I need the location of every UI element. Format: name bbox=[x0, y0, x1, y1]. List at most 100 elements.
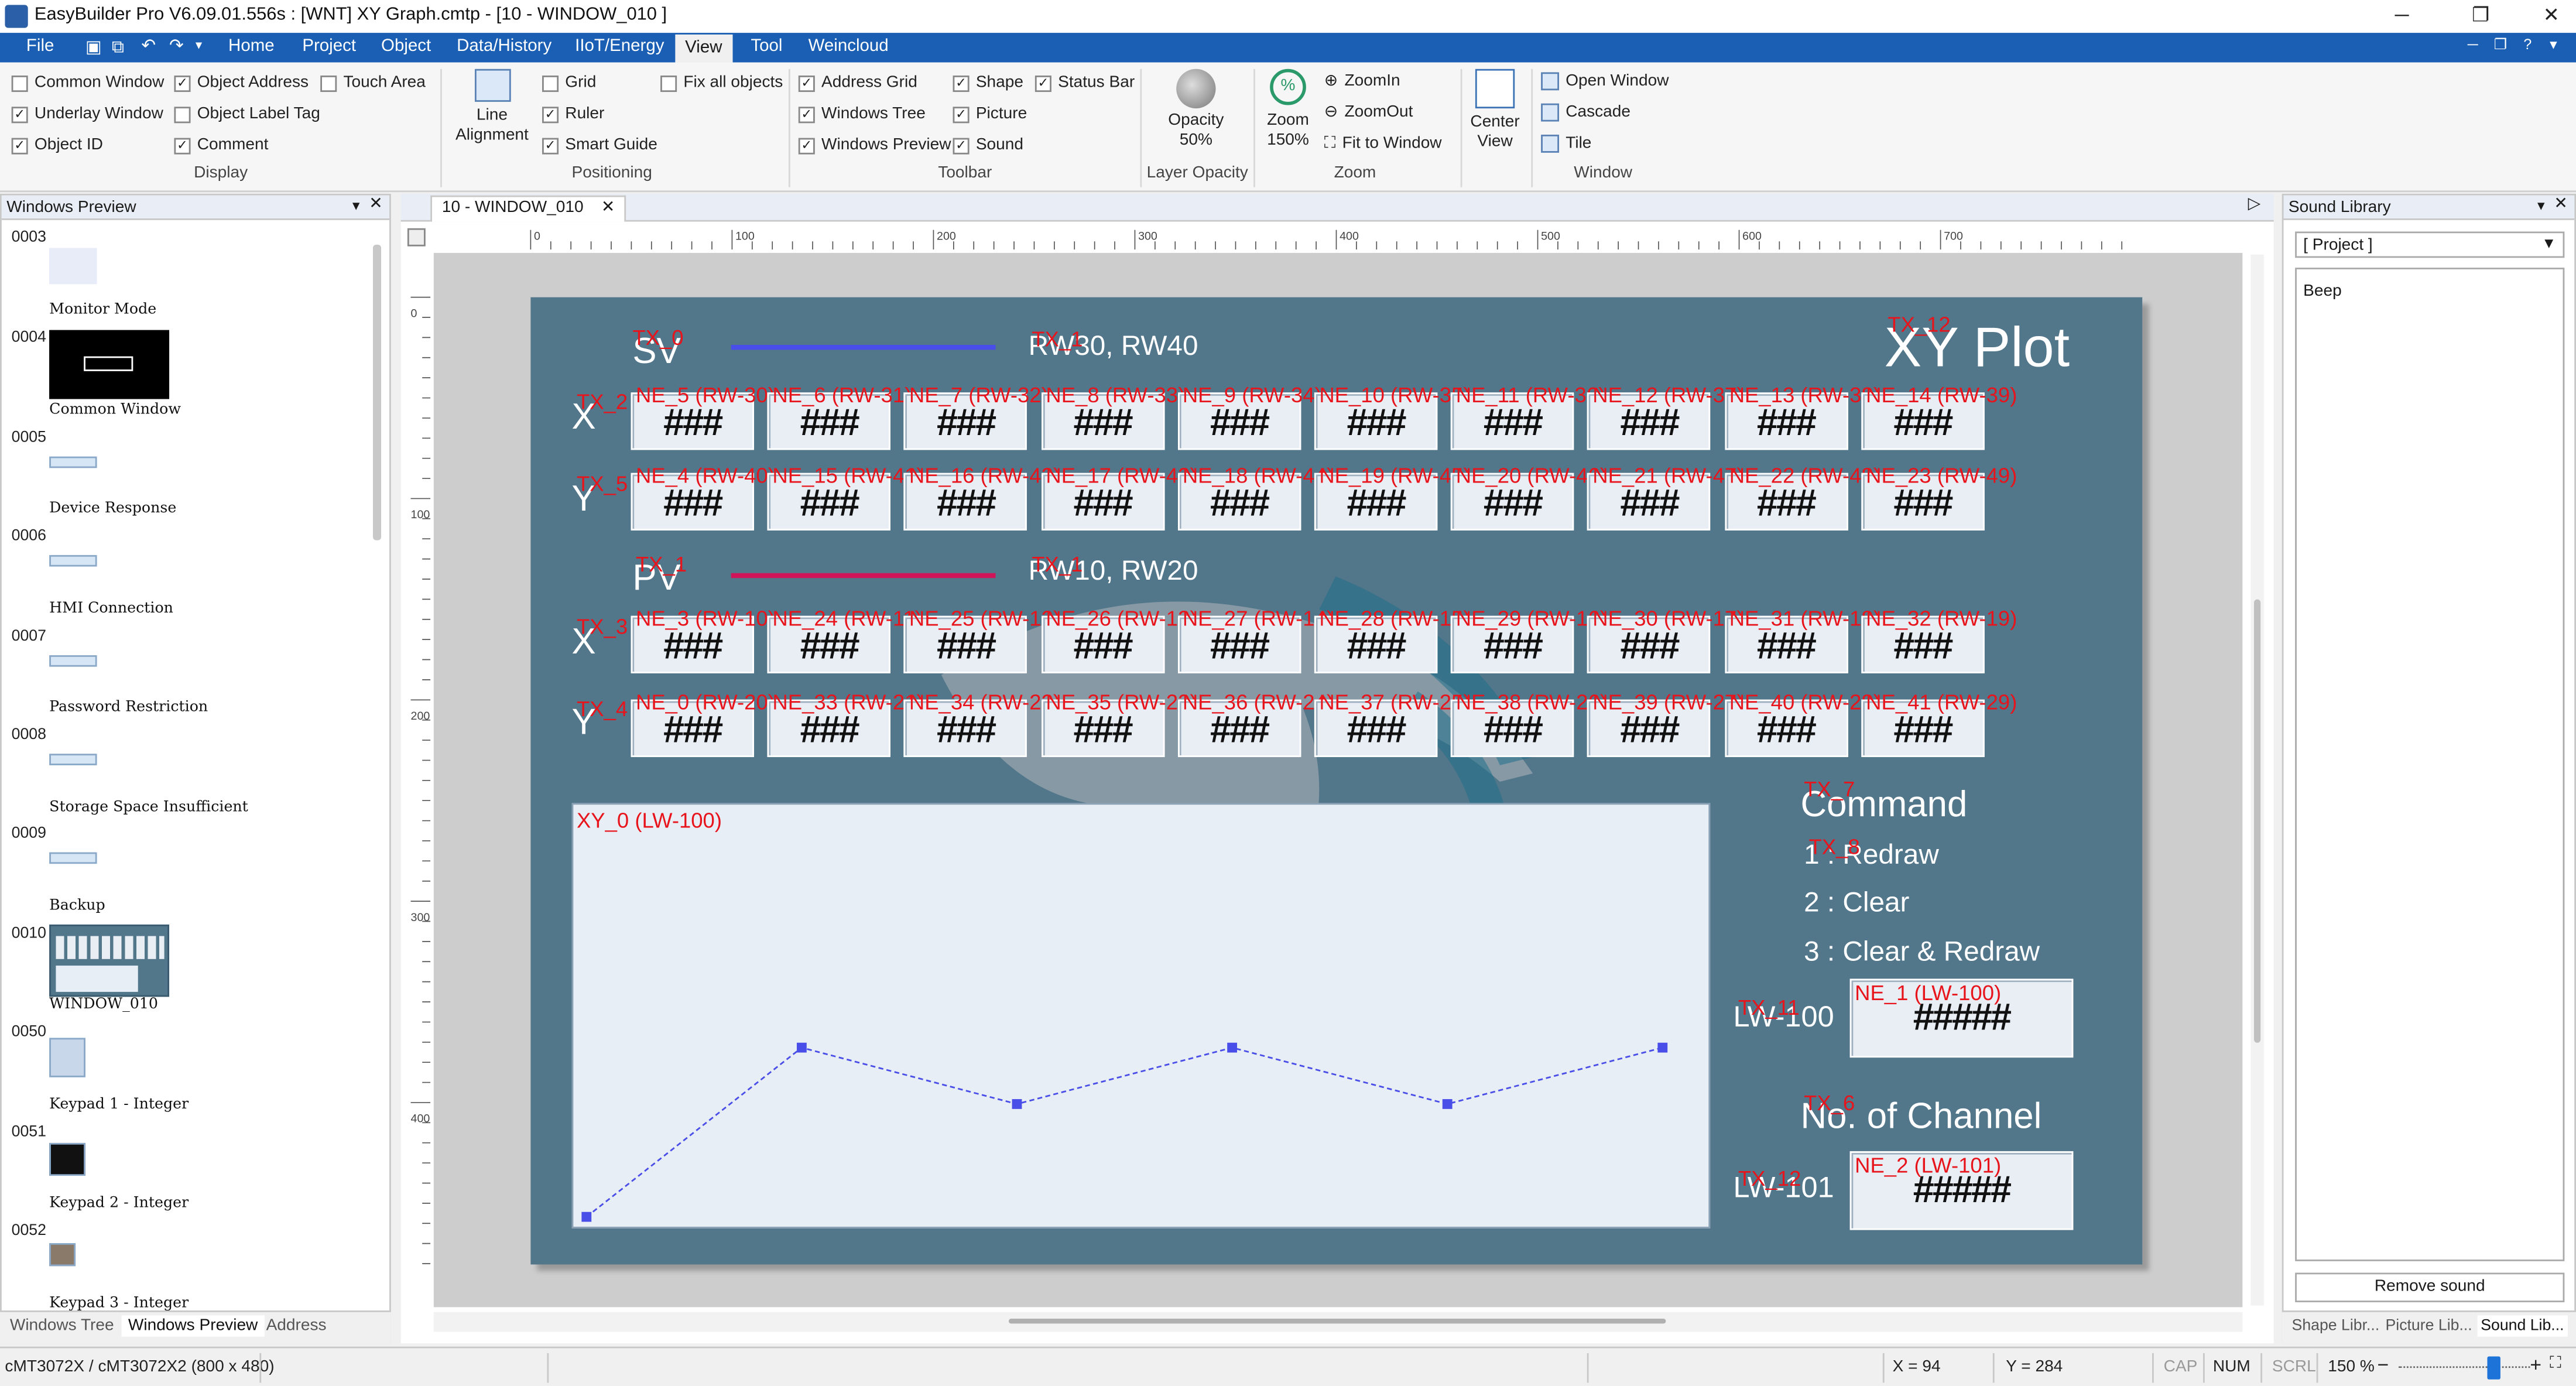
check-object-id[interactable]: ✓ Object ID bbox=[11, 136, 103, 155]
tile-button[interactable]: Tile bbox=[1541, 134, 1591, 153]
opacity-button[interactable]: Opacity 50% bbox=[1157, 69, 1236, 151]
zoom-out-button[interactable]: ⊖ ZoomOut bbox=[1324, 104, 1413, 122]
numeric-display-cell[interactable]: ### NE_4 (RW-40) bbox=[631, 463, 775, 531]
tab-windows-tree[interactable]: Windows Tree bbox=[10, 1317, 114, 1335]
numeric-display-cell[interactable]: ### NE_9 (RW-34) bbox=[1177, 382, 1322, 450]
preview-thumbnail[interactable] bbox=[49, 1142, 85, 1176]
check-underlay-window[interactable]: ✓ Underlay Window bbox=[11, 105, 163, 123]
preview-name[interactable]: Password Restriction bbox=[49, 700, 208, 716]
numeric-display-cell[interactable]: ### NE_26 (RW-13) bbox=[1040, 606, 1197, 673]
numeric-display-cell[interactable]: ### NE_11 (RW-36) bbox=[1451, 382, 1605, 450]
panel-dropdown-icon[interactable]: ▾ bbox=[352, 197, 360, 215]
numeric-display-cell[interactable]: ### NE_41 (RW-29) bbox=[1861, 690, 2017, 757]
numeric-display-cell[interactable]: ### NE_31 (RW-18) bbox=[1724, 606, 1880, 673]
tab-sound-library[interactable]: Sound Lib... bbox=[2477, 1315, 2568, 1337]
check-windows-tree[interactable]: ✓ Windows Tree bbox=[798, 105, 926, 123]
preview-name[interactable]: Storage Space Insufficient bbox=[49, 800, 248, 816]
numeric-display-cell[interactable]: ### NE_10 (RW-35) bbox=[1314, 382, 1470, 450]
save-all-icon[interactable]: ⧉ bbox=[112, 38, 124, 59]
preview-name[interactable]: Monitor Mode bbox=[49, 302, 156, 319]
tab-close-icon[interactable]: ✕ bbox=[601, 199, 615, 217]
menu-home[interactable]: Home bbox=[228, 36, 275, 56]
numeric-display-cell[interactable]: ### NE_13 (RW-38) bbox=[1724, 382, 1880, 450]
numeric-display-cell[interactable]: ### NE_8 (RW-33) bbox=[1040, 382, 1185, 450]
check-smart-guide[interactable]: ✓ Smart Guide bbox=[542, 136, 657, 155]
check-picture[interactable]: ✓ Picture bbox=[953, 105, 1027, 123]
horizontal-scrollbar[interactable] bbox=[433, 1312, 2243, 1332]
check-object-label-tag[interactable]: Object Label Tag bbox=[174, 105, 320, 123]
panel-dropdown-icon[interactable]: ▾ bbox=[2537, 197, 2545, 215]
preview-name[interactable]: HMI Connection bbox=[49, 601, 173, 617]
check-common-window[interactable]: Common Window bbox=[11, 74, 164, 92]
zoom-button[interactable]: % Zoom 150% bbox=[1258, 69, 1317, 151]
quick-access-dropdown-icon[interactable]: ▾ bbox=[196, 38, 202, 53]
numeric-display-cell[interactable]: ### NE_15 (RW-41) bbox=[767, 463, 924, 531]
library-source-select[interactable]: [ Project ] ▼ bbox=[2295, 231, 2565, 258]
preview-thumbnail[interactable] bbox=[49, 1038, 85, 1077]
restore-icon[interactable]: ❐ bbox=[2464, 4, 2497, 26]
numeric-display-cell[interactable]: ### NE_37 (RW-25) bbox=[1314, 690, 1470, 757]
cascade-button[interactable]: Cascade bbox=[1541, 103, 1630, 122]
numeric-display-cell[interactable]: ### NE_28 (RW-15) bbox=[1314, 606, 1470, 673]
preview-thumbnail[interactable] bbox=[49, 330, 170, 399]
sound-item-beep[interactable]: Beep bbox=[2303, 282, 2342, 300]
minimize-icon[interactable]: ─ bbox=[2385, 4, 2418, 26]
zoom-in-button[interactable]: ⊕ ZoomIn bbox=[1324, 72, 1400, 90]
xy-plot-graph[interactable]: XY_0 (LW-100) bbox=[571, 803, 1711, 1228]
preview-thumbnail[interactable] bbox=[49, 852, 97, 864]
numeric-display-cell[interactable]: ### NE_21 (RW-47) bbox=[1587, 463, 1743, 531]
fit-window-icon[interactable]: ⛶ bbox=[2550, 1355, 2561, 1373]
numeric-display-cell[interactable]: ### NE_20 (RW-46) bbox=[1451, 463, 1607, 531]
check-ruler[interactable]: ✓ Ruler bbox=[542, 105, 604, 123]
numeric-display-cell[interactable]: ### NE_17 (RW-43) bbox=[1040, 463, 1197, 531]
numeric-display-cell[interactable]: ### NE_7 (RW-32) bbox=[904, 382, 1049, 450]
panel-scrollbar[interactable] bbox=[372, 244, 382, 540]
menu-view[interactable]: View bbox=[675, 34, 732, 63]
numeric-display-cell[interactable]: ### NE_5 (RW-30) bbox=[631, 382, 775, 450]
check-grid[interactable]: Grid bbox=[542, 74, 596, 92]
tab-picture-library[interactable]: Picture Lib... bbox=[2385, 1317, 2472, 1335]
numeric-display-cell[interactable]: ### NE_0 (RW-20) bbox=[631, 690, 775, 757]
preview-name[interactable]: Keypad 2 - Integer bbox=[49, 1196, 189, 1212]
numeric-display-cell[interactable]: ### NE_33 (RW-21) bbox=[767, 690, 924, 757]
preview-name[interactable]: Keypad 1 - Integer bbox=[49, 1097, 189, 1113]
hmi-screen-window-010[interactable]: SV TX_0 RW30, RW40 TX_1 XY Plot TX_12 X … bbox=[530, 297, 2143, 1265]
numeric-display-cell[interactable]: ### NE_25 (RW-12) bbox=[904, 606, 1060, 673]
tab-windows-preview[interactable]: Windows Preview bbox=[121, 1315, 265, 1337]
help-icon[interactable]: ? bbox=[2523, 36, 2532, 53]
preview-thumbnail[interactable] bbox=[49, 456, 97, 468]
numeric-display-cell[interactable]: ### NE_35 (RW-23) bbox=[1040, 690, 1197, 757]
numeric-display-cell[interactable]: ### NE_14 (RW-39) bbox=[1861, 382, 2017, 450]
preview-name[interactable]: WINDOW_010 bbox=[49, 997, 158, 1013]
redo-icon[interactable]: ↷ bbox=[169, 36, 184, 56]
preview-thumbnail[interactable] bbox=[49, 1243, 76, 1267]
numeric-display-cell[interactable]: ### NE_22 (RW-48) bbox=[1724, 463, 1880, 531]
save-icon[interactable]: ▣ bbox=[85, 38, 102, 58]
numeric-display-cell[interactable]: ### NE_32 (RW-19) bbox=[1861, 606, 2017, 673]
numeric-display-cell[interactable]: ### NE_38 (RW-26) bbox=[1451, 690, 1607, 757]
panel-close-icon[interactable]: ✕ bbox=[369, 196, 383, 214]
menu-tool[interactable]: Tool bbox=[751, 36, 782, 56]
tab-address[interactable]: Address bbox=[266, 1317, 327, 1335]
preview-name[interactable]: Device Response bbox=[49, 501, 176, 517]
tab-scroll-right-icon[interactable]: ▷ bbox=[2248, 196, 2261, 214]
numeric-display-cell[interactable]: ### NE_30 (RW-17) bbox=[1587, 606, 1743, 673]
preview-name[interactable]: Backup bbox=[49, 898, 105, 915]
menu-data-history[interactable]: Data/History bbox=[457, 36, 551, 56]
numeric-display-cell[interactable]: ### NE_19 (RW-45) bbox=[1314, 463, 1470, 531]
zoom-slider-thumb[interactable] bbox=[2487, 1356, 2500, 1380]
menu-file[interactable]: File bbox=[26, 36, 54, 56]
check-shape[interactable]: ✓ Shape bbox=[953, 74, 1023, 92]
doc-restore-icon[interactable]: ❐ bbox=[2494, 36, 2508, 54]
numeric-display-cell[interactable]: ### NE_39 (RW-27) bbox=[1587, 690, 1743, 757]
numeric-display-cell[interactable]: ### NE_23 (RW-49) bbox=[1861, 463, 2017, 531]
zoom-in-icon[interactable]: + bbox=[2530, 1353, 2541, 1376]
numeric-display-cell[interactable]: ### NE_27 (RW-14) bbox=[1177, 606, 1334, 673]
numeric-display-cell[interactable]: ### NE_12 (RW-37) bbox=[1587, 382, 1743, 450]
numeric-display-cell[interactable]: ### NE_36 (RW-24) bbox=[1177, 690, 1334, 757]
preview-thumbnail-selected[interactable] bbox=[49, 924, 170, 997]
check-status-bar[interactable]: ✓ Status Bar bbox=[1034, 74, 1135, 92]
preview-thumbnail[interactable] bbox=[49, 248, 97, 285]
tab-window-010[interactable]: 10 - WINDOW_010 ✕ bbox=[430, 195, 627, 222]
preview-name[interactable]: Common Window bbox=[49, 402, 181, 419]
